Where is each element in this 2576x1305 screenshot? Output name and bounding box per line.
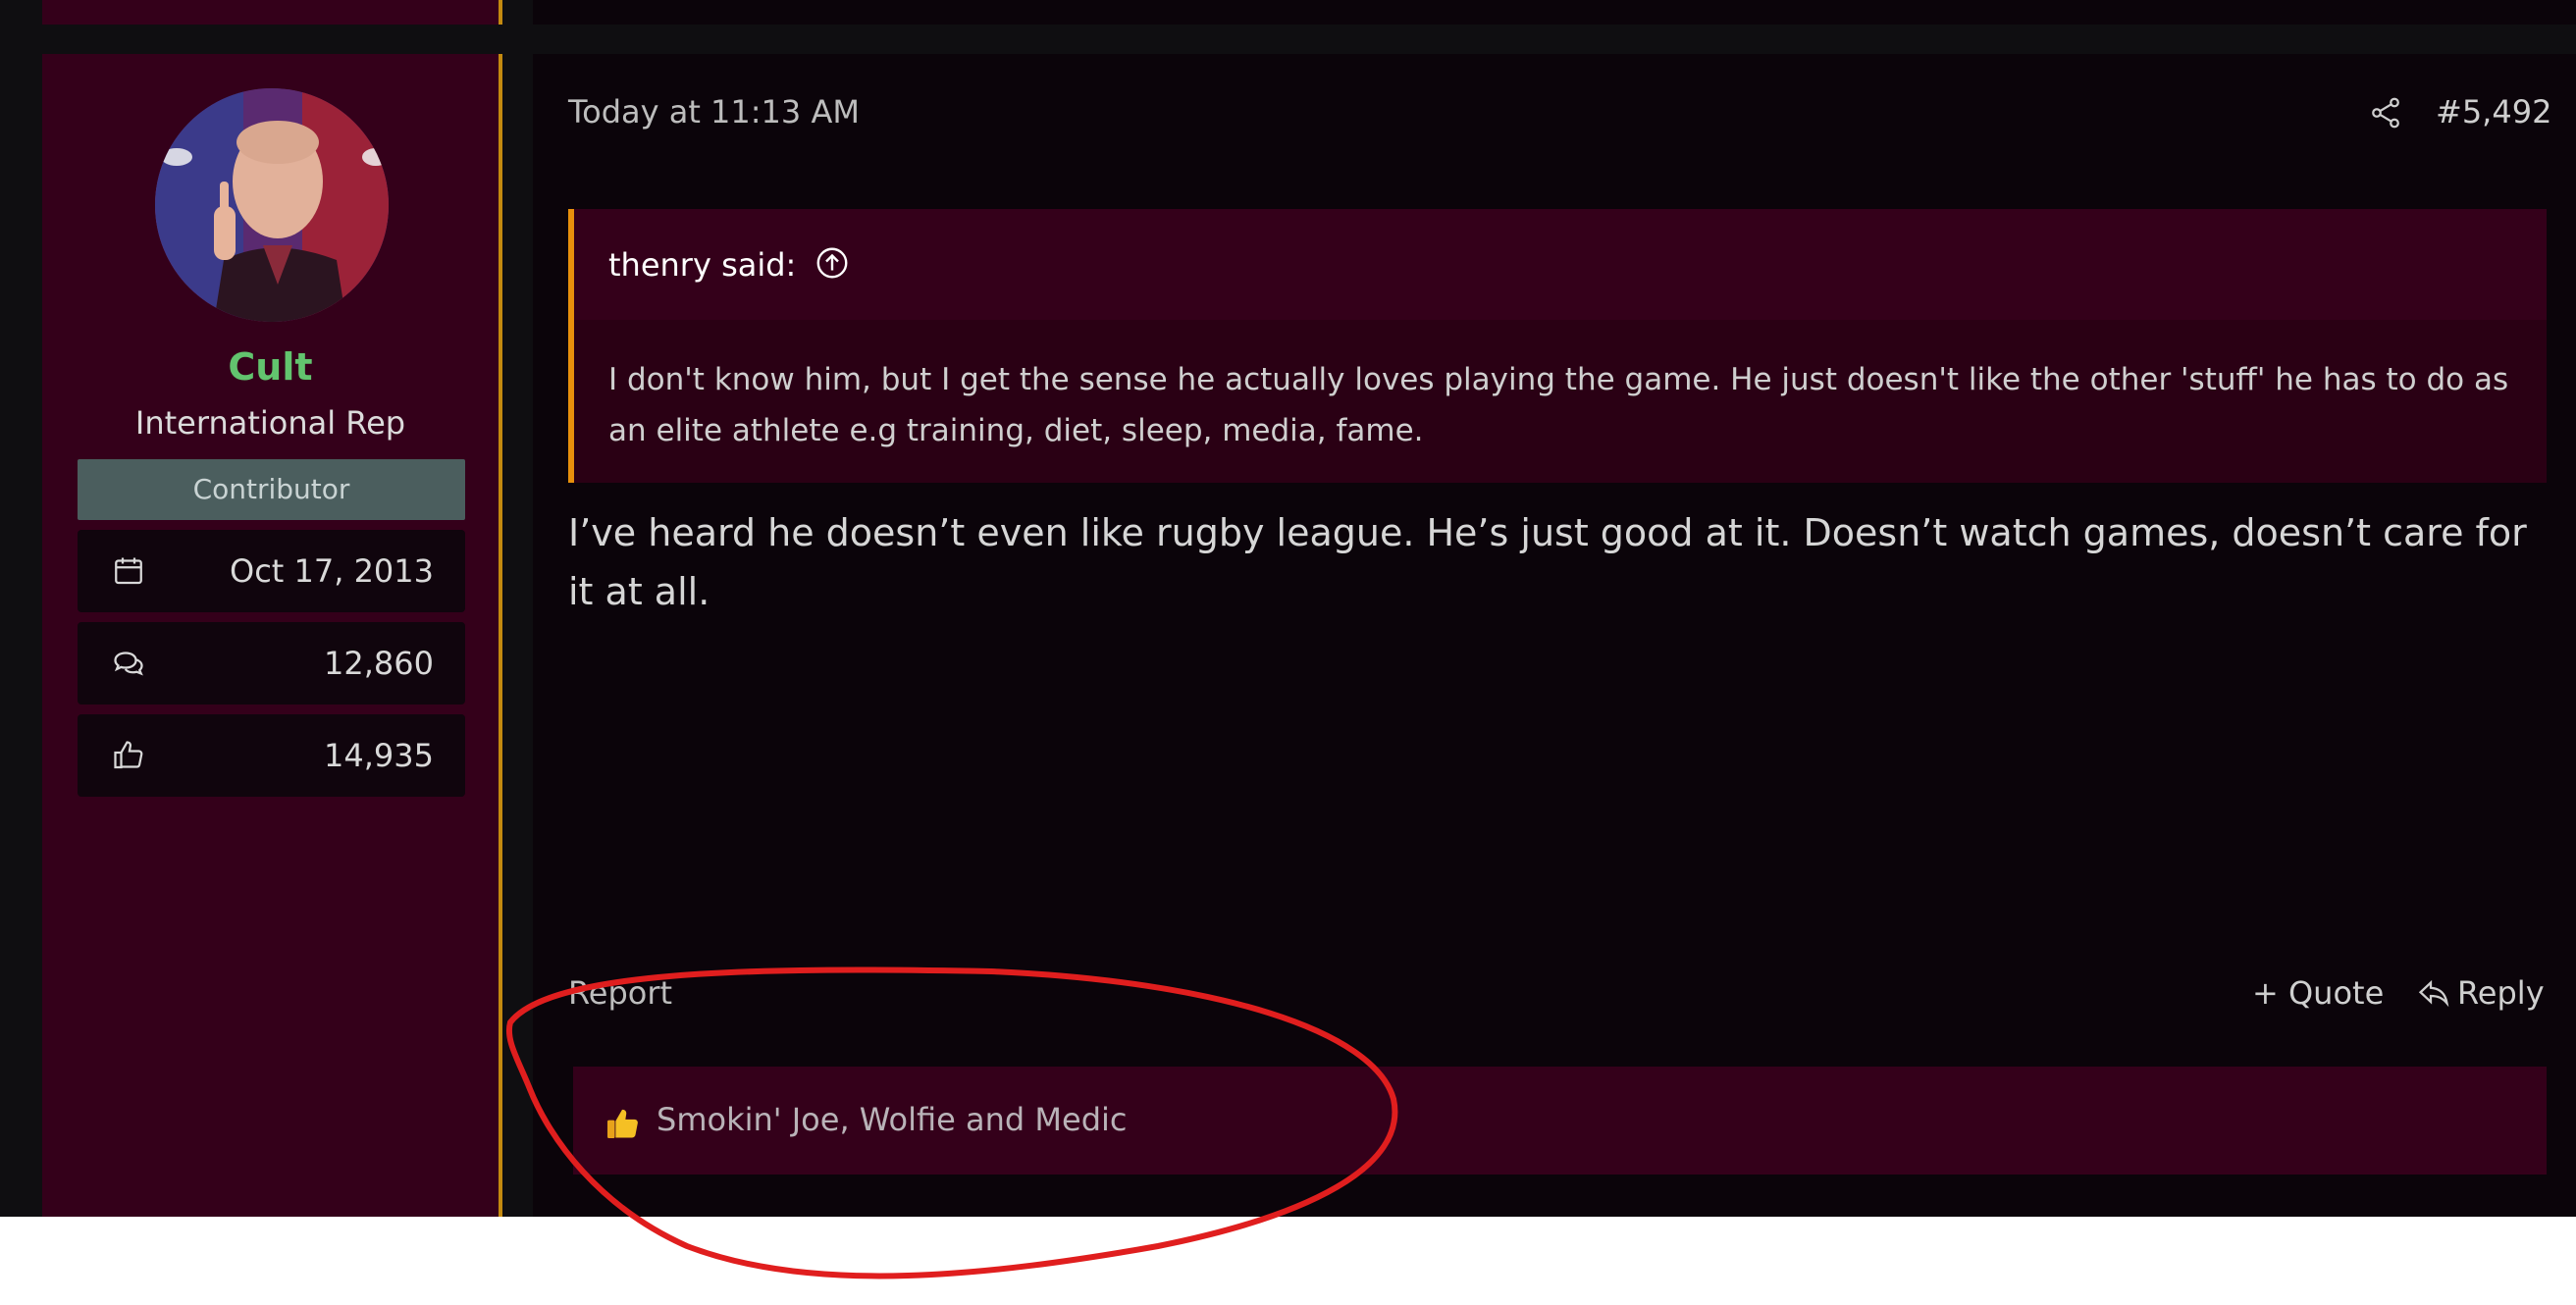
thumbs-up-icon xyxy=(111,738,146,773)
report-link[interactable]: Report xyxy=(568,974,672,1012)
stat-reactions: 14,935 xyxy=(78,714,465,797)
share-icon[interactable] xyxy=(2368,95,2403,130)
user-banner: Contributor xyxy=(78,459,465,520)
quote-block: thenry said: I don't know him, but I get… xyxy=(568,209,2547,483)
calendar-icon xyxy=(111,553,146,589)
user-panel-divider xyxy=(499,54,502,1217)
quote-text: I don't know him, but I get the sense he… xyxy=(608,362,2509,448)
quote-button[interactable]: + Quote xyxy=(2252,974,2384,1012)
arrow-up-circle-icon[interactable] xyxy=(815,245,850,281)
avatar[interactable] xyxy=(155,88,389,322)
forum-page: Cult International Rep Contributor Oct 1… xyxy=(0,0,2576,1217)
post-number[interactable]: #5,492 xyxy=(2436,93,2551,130)
username[interactable]: Cult xyxy=(42,345,499,389)
stat-reactions-value: 14,935 xyxy=(324,737,434,774)
messages-icon xyxy=(111,646,146,681)
quote-button-label: + Quote xyxy=(2252,974,2385,1012)
post-date[interactable]: Today at 11:13 AM xyxy=(568,93,860,130)
previous-post-body xyxy=(533,0,2576,25)
post-body: I’ve heard he doesn’t even like rugby le… xyxy=(568,511,2527,613)
reply-icon xyxy=(2416,975,2451,1011)
reaction-users[interactable]: Smokin' Joe, Wolfie and Medic xyxy=(657,1101,1128,1138)
reply-button-label: Reply xyxy=(2457,974,2545,1012)
thumbs-up-emoji-icon xyxy=(603,1104,642,1143)
quote-author[interactable]: thenry said: xyxy=(608,246,796,284)
user-title: International Rep xyxy=(134,404,406,442)
stat-joined-value: Oct 17, 2013 xyxy=(230,552,434,590)
reactions-bar: Smokin' Joe, Wolfie and Medic xyxy=(573,1067,2547,1174)
previous-post-user-panel xyxy=(42,0,500,25)
quote-header: thenry said: xyxy=(574,209,2547,320)
stat-messages-value: 12,860 xyxy=(324,645,434,682)
previous-post-divider xyxy=(499,0,502,25)
reply-button[interactable]: Reply xyxy=(2416,974,2545,1012)
stat-joined: Oct 17, 2013 xyxy=(78,530,465,612)
avatar-image xyxy=(155,88,389,322)
stat-messages: 12,860 xyxy=(78,622,465,705)
